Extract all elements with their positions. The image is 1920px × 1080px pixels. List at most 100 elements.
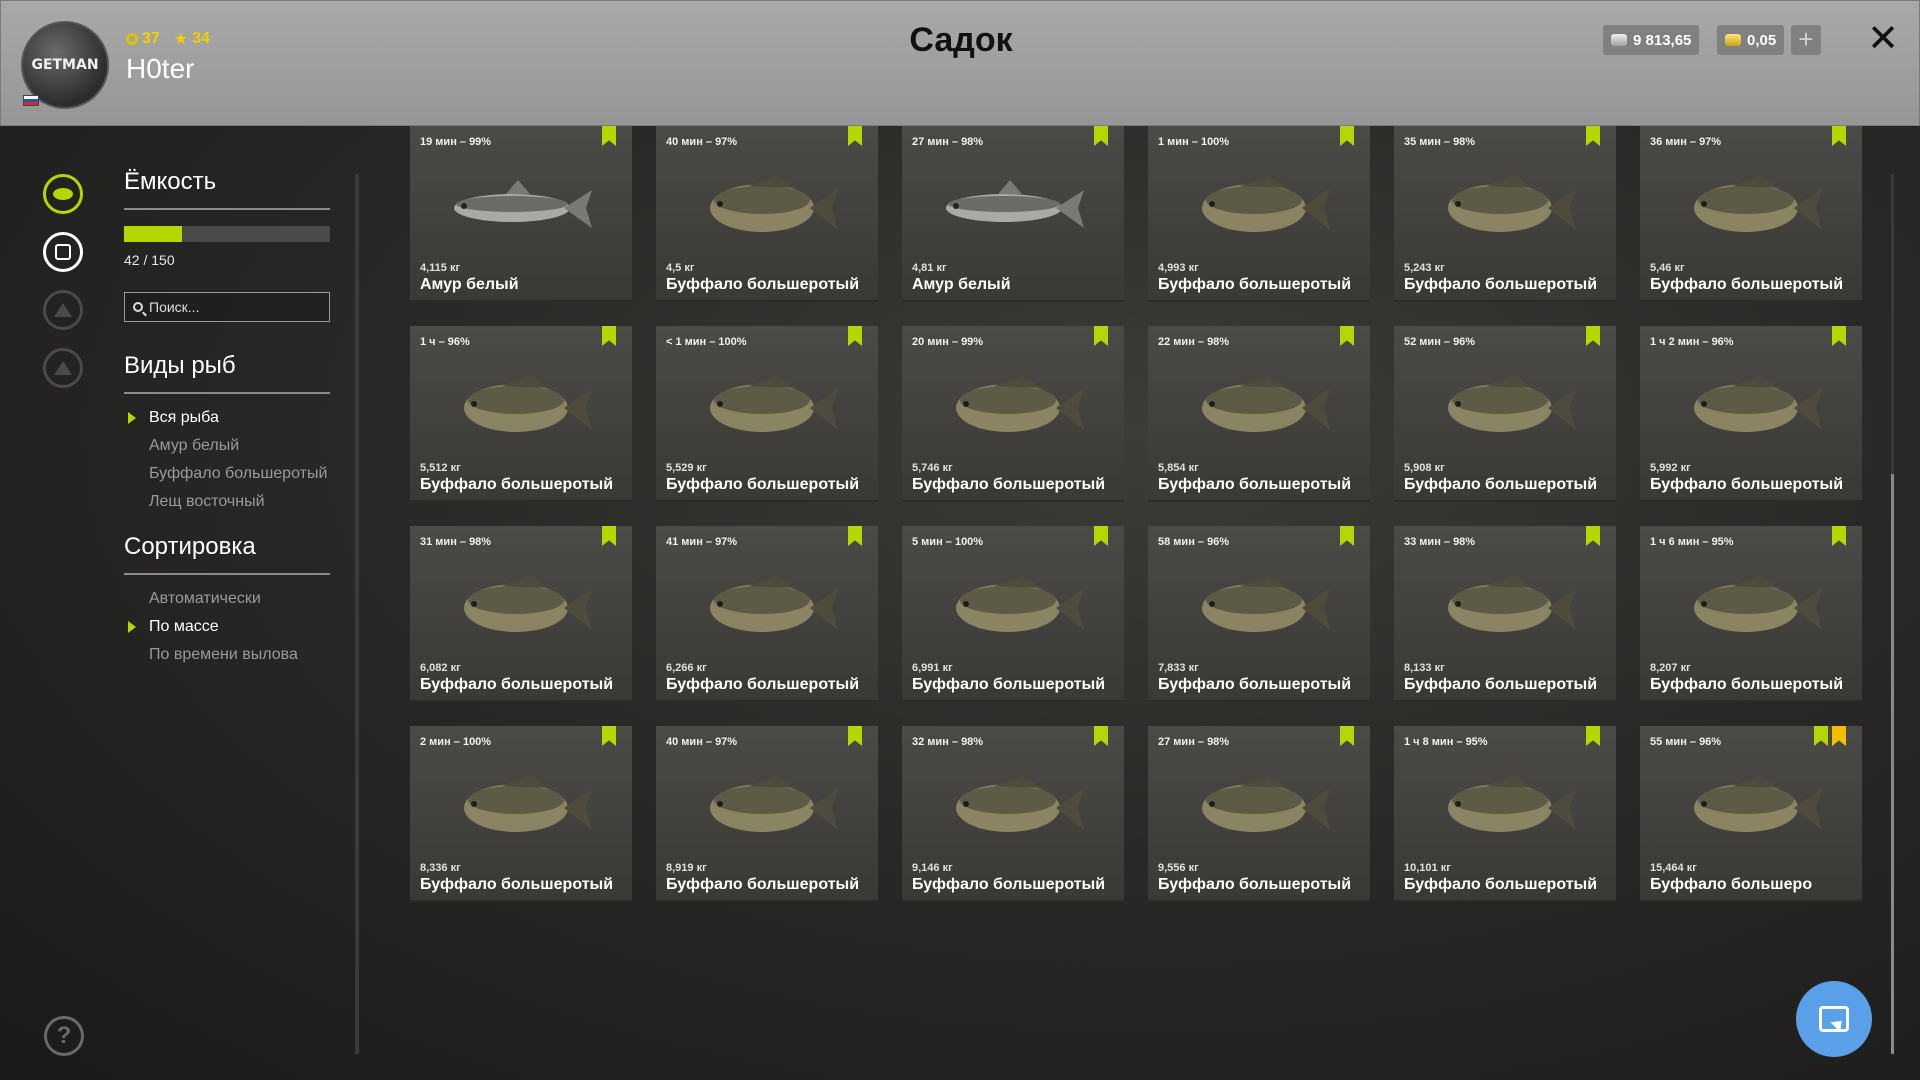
bookmark-icon[interactable] xyxy=(1340,726,1354,746)
silver-coin-icon xyxy=(1611,34,1627,46)
bookmark-icon[interactable] xyxy=(1340,126,1354,146)
bookmark-icon[interactable] xyxy=(602,526,616,546)
cursor-mode-button[interactable] xyxy=(1796,981,1872,1057)
sort-option-2[interactable]: По времени вылова xyxy=(124,645,330,664)
buffalo-fish-image xyxy=(956,776,1084,832)
bookmark-icon[interactable] xyxy=(1814,726,1828,746)
fish-card[interactable]: 35 мин – 98% 5,243 кг Буффало большеротый xyxy=(1394,126,1616,302)
fish-weight: 5,908 кг xyxy=(1404,462,1445,474)
fish-card[interactable]: 20 мин – 99% 5,746 кг Буффало большеротый xyxy=(902,326,1124,502)
bookmark-icon[interactable] xyxy=(1832,126,1846,146)
fish-card[interactable]: 41 мин – 97% 6,266 кг Буффало большеротый xyxy=(656,526,878,702)
buffalo-fish-image xyxy=(1694,176,1822,232)
sort-option-1[interactable]: По массе xyxy=(124,617,330,636)
catch-time: 1 ч 8 мин – 95% xyxy=(1404,736,1488,748)
bookmark-icon[interactable] xyxy=(1586,126,1600,146)
fish-card[interactable]: 55 мин – 96% 15,464 кг Буффало большеро xyxy=(1640,726,1862,902)
catch-time: 36 мин – 97% xyxy=(1650,136,1722,148)
bookmark-icon[interactable] xyxy=(602,726,616,746)
gold-coin-icon xyxy=(1725,34,1741,46)
fish-card[interactable]: 40 мин – 97% 8,919 кг Буффало большеротый xyxy=(656,726,878,902)
capacity-bar xyxy=(124,226,330,242)
fish-card[interactable]: 1 ч 6 мин – 95% 8,207 кг Буффало большерот… xyxy=(1640,526,1862,702)
grass-carp-image xyxy=(454,180,592,228)
buffalo-fish-image xyxy=(1448,776,1576,832)
camp-tab-icon[interactable] xyxy=(43,290,83,330)
species-filter-item-0[interactable]: Вся рыба xyxy=(124,408,330,427)
fish-card[interactable]: 36 мин – 97% 5,46 кг Буффало большеротый xyxy=(1640,126,1862,302)
silver-value: 9 813,65 xyxy=(1633,31,1692,49)
fish-weight: 7,833 кг xyxy=(1158,662,1199,674)
fish-card[interactable]: 22 мин – 98% 5,854 кг Буффало большеротый xyxy=(1148,326,1370,502)
bookmark-icon[interactable] xyxy=(1832,326,1846,346)
bookmark-icon[interactable] xyxy=(848,726,862,746)
fish-name: Буффало большеротый xyxy=(666,676,860,693)
fish-card[interactable]: 27 мин – 98% 4,81 кг Амур белый xyxy=(902,126,1124,302)
buffalo-fish-image xyxy=(710,376,838,432)
buffalo-fish-image xyxy=(710,576,838,632)
add-currency-button[interactable]: + xyxy=(1791,25,1821,55)
catch-time: 1 ч 6 мин – 95% xyxy=(1650,536,1734,548)
bookmark-icon[interactable] xyxy=(1094,526,1108,546)
trophy-bookmark-icon[interactable] xyxy=(1832,726,1846,746)
bookmark-icon[interactable] xyxy=(848,126,862,146)
bookmark-icon[interactable] xyxy=(1340,326,1354,346)
capacity-fill xyxy=(124,226,182,242)
fish-card[interactable]: < 1 мин – 100% 5,529 кг Буффало большероты… xyxy=(656,326,878,502)
bookmark-icon[interactable] xyxy=(1586,326,1600,346)
bookmark-icon[interactable] xyxy=(602,326,616,346)
bookmark-icon[interactable] xyxy=(1340,526,1354,546)
home-tab-icon[interactable] xyxy=(43,348,83,388)
species-filter-item-2[interactable]: Буффало большеротый xyxy=(124,464,330,483)
species-filter-item-3[interactable]: Лещ восточный xyxy=(124,492,330,511)
bookmark-icon[interactable] xyxy=(602,126,616,146)
bookmark-icon[interactable] xyxy=(1832,526,1846,546)
search-input[interactable]: Поиск... xyxy=(124,292,330,322)
fish-card[interactable]: 1 мин – 100% 4,993 кг Буффало большеротый xyxy=(1148,126,1370,302)
fish-card[interactable]: 2 мин – 100% 8,336 кг Буффало большеротый xyxy=(410,726,632,902)
fish-weight: 5,992 кг xyxy=(1650,462,1691,474)
keepnet-tab-icon[interactable] xyxy=(43,232,83,272)
fish-card[interactable]: 31 мин – 98% 6,082 кг Буффало большеротый xyxy=(410,526,632,702)
fish-card[interactable]: 1 ч 2 мин – 96% 5,992 кг Буффало большерот… xyxy=(1640,326,1862,502)
scrollbar-thumb[interactable] xyxy=(1891,474,1894,1054)
bookmark-icon[interactable] xyxy=(1094,126,1108,146)
fish-card[interactable]: 1 ч – 96% 5,512 кг Буффало большеротый xyxy=(410,326,632,502)
grass-carp-image xyxy=(946,180,1084,228)
fish-card[interactable]: 19 мин – 99% 4,115 кг Амур белый xyxy=(410,126,632,302)
fish-card[interactable]: 40 мин – 97% 4,5 кг Буффало большеротый xyxy=(656,126,878,302)
bookmark-icon[interactable] xyxy=(1586,726,1600,746)
bookmark-icon[interactable] xyxy=(848,326,862,346)
fish-weight: 6,991 кг xyxy=(912,662,953,674)
fish-card[interactable]: 5 мин – 100% 6,991 кг Буффало большеротый xyxy=(902,526,1124,702)
help-icon[interactable]: ? xyxy=(44,1016,84,1056)
fish-name: Буффало большеротый xyxy=(1404,276,1598,293)
fish-name: Буффало большеротый xyxy=(420,876,614,893)
fish-name: Буффало большеротый xyxy=(1158,876,1352,893)
fish-card[interactable]: 32 мин – 98% 9,146 кг Буффало большеротый xyxy=(902,726,1124,902)
top-bar: GETMAN 37 ★ 34 H0ter Садок 9 813,65 0,05… xyxy=(0,0,1920,126)
catch-time: 1 ч – 96% xyxy=(420,336,470,348)
close-button[interactable]: ✕ xyxy=(1863,19,1903,59)
russia-flag-icon xyxy=(23,95,39,106)
fish-weight: 9,146 кг xyxy=(912,862,953,874)
fish-weight: 15,464 кг xyxy=(1650,862,1697,874)
buffalo-fish-image xyxy=(956,376,1084,432)
fish-card[interactable]: 1 ч 8 мин – 95% 10,101 кг Буффало большеро… xyxy=(1394,726,1616,902)
fish-card[interactable]: 58 мин – 96% 7,833 кг Буффало большеротый xyxy=(1148,526,1370,702)
catch-time: 55 мин – 96% xyxy=(1650,736,1722,748)
fish-name: Буффало большеро xyxy=(1650,876,1813,893)
fish-grid-viewport[interactable]: 3,67 кгАмур белый3,677 кгБуффало большер… xyxy=(410,126,1862,1056)
bookmark-icon[interactable] xyxy=(1094,726,1108,746)
bookmark-icon[interactable] xyxy=(1094,326,1108,346)
fish-card[interactable]: 52 мин – 96% 5,908 кг Буффало большеротый xyxy=(1394,326,1616,502)
species-filter-item-1[interactable]: Амур белый xyxy=(124,436,330,455)
sort-option-0[interactable]: Автоматически xyxy=(124,589,330,608)
bookmark-icon[interactable] xyxy=(1586,526,1600,546)
bookmark-icon[interactable] xyxy=(848,526,862,546)
fish-tab-icon[interactable] xyxy=(43,174,83,214)
search-placeholder: Поиск... xyxy=(149,299,200,315)
fish-card[interactable]: 33 мин – 98% 8,133 кг Буффало большеротый xyxy=(1394,526,1616,702)
catch-time: 2 мин – 100% xyxy=(420,736,492,748)
fish-card[interactable]: 27 мин – 98% 9,556 кг Буффало большеротый xyxy=(1148,726,1370,902)
